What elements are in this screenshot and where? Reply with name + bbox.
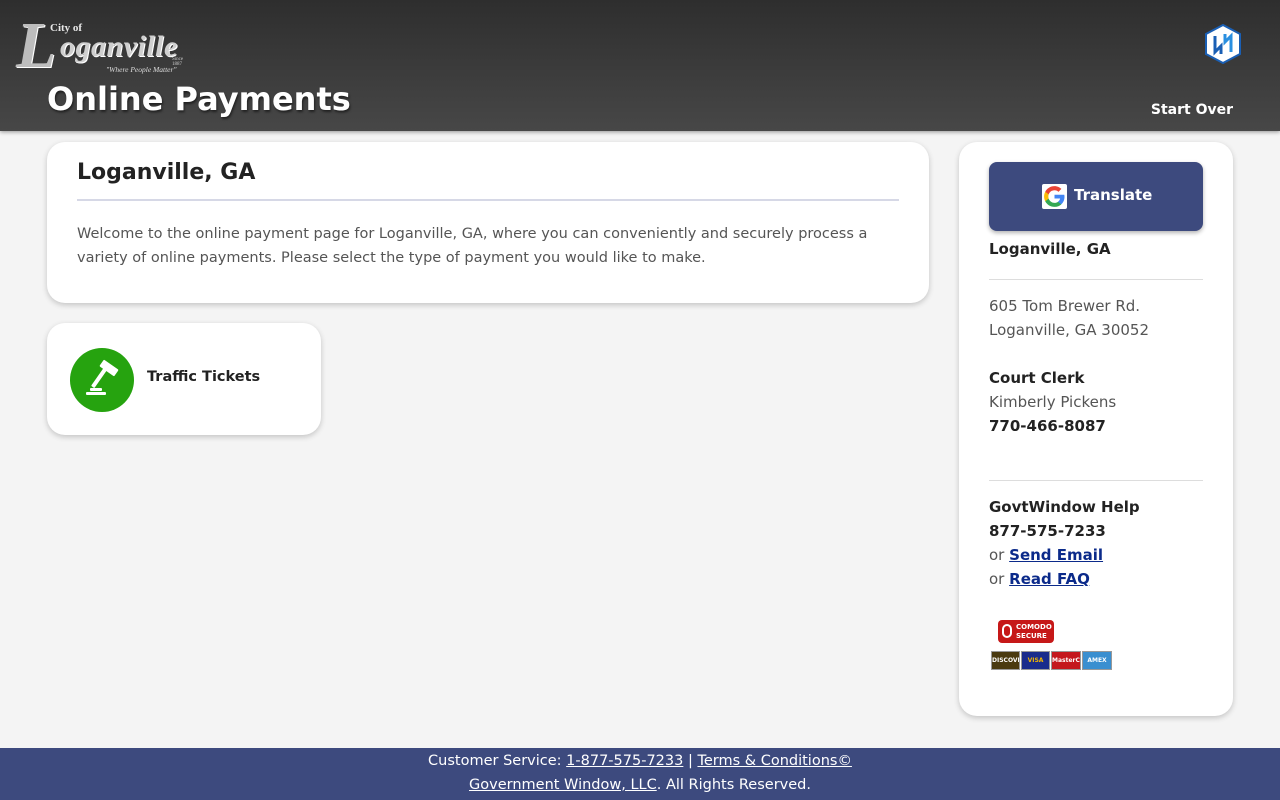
google-icon	[1042, 184, 1067, 209]
logo-tagline: "Where People Matter"	[106, 65, 177, 74]
lock-icon	[1002, 624, 1012, 638]
footer: Customer Service: 1-877-575-7233 | Terms…	[0, 748, 1280, 800]
discover-card-icon: DISCOVER	[991, 651, 1020, 670]
or-text: or	[989, 546, 1005, 564]
payment-type-label: Traffic Tickets	[147, 369, 261, 385]
amex-card-icon: AMEX	[1082, 651, 1112, 670]
visa-card-icon: VISA	[1021, 651, 1050, 670]
clerk-title: Court Clerk	[989, 369, 1085, 387]
customer-service-phone-link[interactable]: 1-877-575-7233	[566, 753, 683, 769]
sidebar-divider	[989, 480, 1203, 481]
start-over-link[interactable]: Start Over	[1120, 102, 1233, 118]
heading-divider	[77, 199, 899, 201]
translate-button[interactable]: Translate	[989, 162, 1203, 231]
header: L City of oganville Since 1887 "Where Pe…	[0, 0, 1280, 131]
sidebar-city: Loganville, GA	[989, 240, 1111, 258]
send-email-row: or Send Email	[989, 546, 1103, 564]
address-line2: Loganville, GA 30052	[989, 321, 1150, 339]
footer-row-copyright: Government Window, LLC. All Rights Reser…	[0, 773, 1280, 797]
gavel-icon	[70, 348, 134, 412]
company-link[interactable]: Government Window, LLC	[469, 777, 657, 793]
sidebar-divider	[989, 279, 1203, 280]
welcome-text: Welcome to the online payment page for L…	[77, 226, 868, 266]
translate-label: Translate	[1074, 186, 1153, 204]
logo-name: oganville	[60, 30, 178, 63]
address-line1: 605 Tom Brewer Rd.	[989, 297, 1141, 315]
payment-type-traffic-tickets[interactable]: Traffic Tickets	[47, 323, 321, 435]
customer-service-label: Customer Service:	[428, 753, 567, 769]
send-email-link[interactable]: Send Email	[1009, 546, 1103, 564]
clerk-phone: 770-466-8087	[989, 417, 1106, 435]
clerk-name: Kimberly Pickens	[989, 393, 1117, 411]
govtwindow-logo-icon[interactable]	[1204, 23, 1242, 65]
welcome-card: Loganville, GA Welcome to the online pay…	[47, 142, 929, 303]
terms-link[interactable]: Terms & Conditions©	[697, 753, 851, 769]
city-heading: Loganville, GA	[77, 160, 256, 185]
comodo-line2: SECURE	[1016, 632, 1047, 640]
footer-separator: |	[683, 753, 698, 769]
logo-letter: L	[16, 9, 57, 82]
or-text: or	[989, 570, 1005, 588]
city-logo[interactable]: L City of oganville Since 1887 "Where Pe…	[14, 9, 194, 82]
mastercard-card-icon: MasterCard	[1051, 651, 1081, 670]
read-faq-link[interactable]: Read FAQ	[1009, 570, 1090, 588]
comodo-line1: COMODO	[1016, 623, 1052, 631]
rights-text: . All Rights Reserved.	[656, 777, 811, 793]
page-title: Online Payments	[47, 80, 351, 118]
help-title: GovtWindow Help	[989, 498, 1140, 516]
help-phone: 877-575-7233	[989, 522, 1106, 540]
info-sidebar: Translate Loganville, GA 605 Tom Brewer …	[959, 142, 1233, 716]
read-faq-row: or Read FAQ	[989, 570, 1090, 588]
footer-row-contact: Customer Service: 1-877-575-7233 | Terms…	[0, 749, 1280, 773]
comodo-secure-badge[interactable]: COMODO SECURE	[998, 620, 1054, 643]
